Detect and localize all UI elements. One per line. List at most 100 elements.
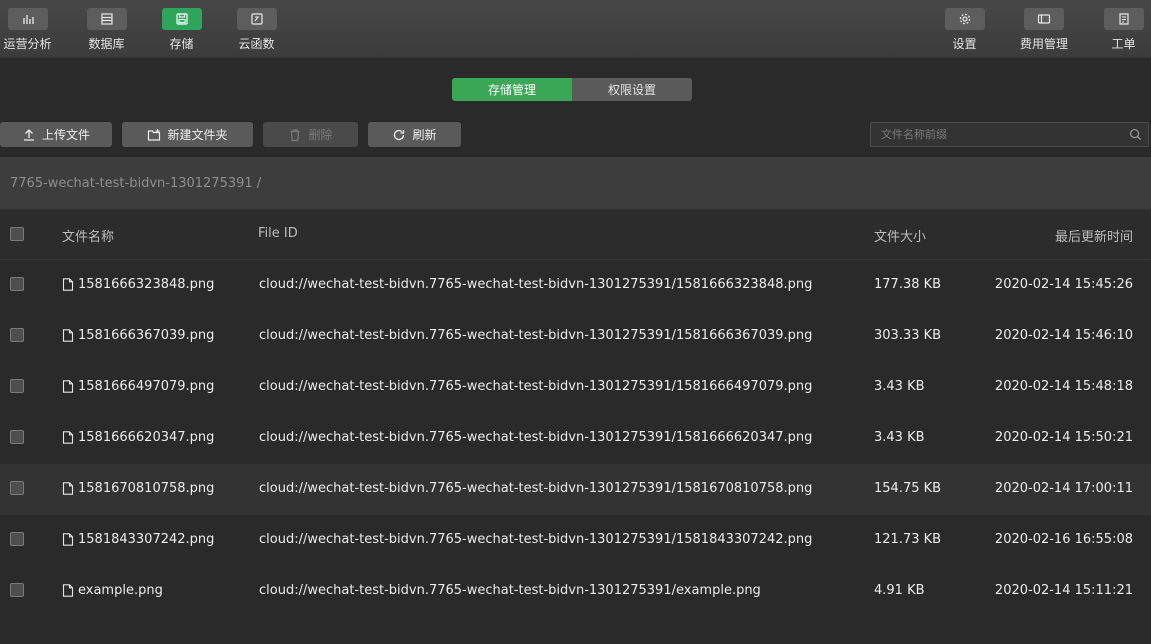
nav-item-label: 云函数 — [238, 37, 275, 51]
table-row[interactable]: 1581843307242.png cloud://wechat-test-bi… — [0, 515, 1151, 566]
file-icon — [62, 329, 74, 342]
file-id-cell: cloud://wechat-test-bidvn.7765-wechat-te… — [259, 430, 813, 445]
table-row[interactable]: 1581670810758.png cloud://wechat-test-bi… — [0, 464, 1151, 515]
file-id-cell: cloud://wechat-test-bidvn.7765-wechat-te… — [259, 277, 813, 292]
cloud-function-icon — [236, 8, 277, 30]
file-icon — [62, 482, 74, 495]
file-name[interactable]: 1581843307242.png — [78, 532, 214, 547]
upload-icon — [23, 128, 34, 141]
column-header-size[interactable]: 文件大小 — [874, 226, 926, 245]
file-name-cell: 1581666497079.png — [62, 379, 214, 394]
nav-item-label: 工单 — [1111, 37, 1136, 51]
updated-time-cell: 2020-02-14 17:00:11 — [994, 481, 1133, 496]
file-size-cell: 4.91 KB — [874, 583, 925, 598]
column-header-updated[interactable]: 最后更新时间 — [1055, 226, 1133, 245]
search-icon[interactable] — [1129, 128, 1142, 141]
file-id-cell: cloud://wechat-test-bidvn.7765-wechat-te… — [259, 583, 761, 598]
refresh-label: 刷新 — [412, 128, 437, 142]
file-name-cell: 1581666620347.png — [62, 430, 214, 445]
new-folder-label: 新建文件夹 — [167, 128, 228, 142]
file-size-cell: 177.38 KB — [874, 277, 942, 292]
table-header: 文件名称 File ID 文件大小 最后更新时间 — [0, 209, 1151, 260]
file-icon — [62, 584, 74, 597]
trash-icon — [290, 128, 300, 141]
updated-time-cell: 2020-02-14 15:46:10 — [994, 328, 1133, 343]
nav-item-label: 存储 — [169, 37, 194, 51]
row-checkbox[interactable] — [10, 583, 24, 597]
file-name[interactable]: 1581666620347.png — [78, 430, 214, 445]
billing-icon — [1024, 8, 1064, 30]
file-name-cell: 1581666367039.png — [62, 328, 214, 343]
file-name[interactable]: example.png — [78, 583, 163, 598]
row-checkbox[interactable] — [10, 430, 24, 444]
top-nav-bar: 运营分析 数据库 存储 云函数 设置 费用管理 工单 — [0, 0, 1151, 58]
file-size-cell: 3.43 KB — [874, 430, 925, 445]
ticket-icon — [1103, 8, 1144, 30]
breadcrumb: 7765-wechat-test-bidvn-1301275391 / — [0, 157, 1151, 209]
table-row[interactable]: 1581666367039.png cloud://wechat-test-bi… — [0, 311, 1151, 362]
updated-time-cell: 2020-02-16 16:55:08 — [994, 532, 1133, 547]
file-id-cell: cloud://wechat-test-bidvn.7765-wechat-te… — [259, 379, 813, 394]
file-name-cell: 1581670810758.png — [62, 481, 214, 496]
nav-item-label: 数据库 — [88, 37, 125, 51]
table-row[interactable]: 1581666323848.png cloud://wechat-test-bi… — [0, 260, 1151, 311]
updated-time-cell: 2020-02-14 15:11:21 — [994, 583, 1133, 598]
file-name-cell: 1581843307242.png — [62, 532, 214, 547]
breadcrumb-path[interactable]: 7765-wechat-test-bidvn-1301275391 / — [10, 176, 261, 191]
updated-time-cell: 2020-02-14 15:45:26 — [994, 277, 1133, 292]
table-row[interactable]: example.png cloud://wechat-test-bidvn.77… — [0, 566, 1151, 617]
nav-item-storage[interactable]: 存储 — [154, 0, 209, 58]
file-name[interactable]: 1581666367039.png — [78, 328, 214, 343]
file-size-cell: 303.33 KB — [874, 328, 942, 343]
file-size-cell: 121.73 KB — [874, 532, 942, 547]
file-icon — [62, 278, 74, 291]
nav-item-billing[interactable]: 费用管理 — [1014, 0, 1074, 58]
file-icon — [62, 380, 74, 393]
tab-storage-management[interactable]: 存储管理 — [452, 78, 572, 101]
nav-item-settings[interactable]: 设置 — [937, 0, 992, 58]
file-icon — [62, 533, 74, 546]
column-header-name[interactable]: 文件名称 — [62, 226, 114, 245]
new-folder-button[interactable]: 新建文件夹 — [122, 122, 253, 147]
file-name[interactable]: 1581670810758.png — [78, 481, 214, 496]
updated-time-cell: 2020-02-14 15:50:21 — [994, 430, 1133, 445]
file-name-cell: 1581666323848.png — [62, 277, 214, 292]
file-name[interactable]: 1581666497079.png — [78, 379, 214, 394]
nav-item-label: 设置 — [952, 37, 977, 51]
refresh-button[interactable]: 刷新 — [368, 122, 461, 147]
file-name-cell: example.png — [62, 583, 163, 598]
tab-permission-settings[interactable]: 权限设置 — [572, 78, 692, 101]
storage-tabs: 存储管理 权限设置 — [452, 78, 692, 101]
folder-add-icon — [148, 128, 161, 141]
row-checkbox[interactable] — [10, 379, 24, 393]
file-name[interactable]: 1581666323848.png — [78, 277, 214, 292]
search-input[interactable] — [871, 123, 1121, 146]
nav-item-label: 费用管理 — [1019, 37, 1068, 51]
table-row[interactable]: 1581666497079.png cloud://wechat-test-bi… — [0, 362, 1151, 413]
file-id-cell: cloud://wechat-test-bidvn.7765-wechat-te… — [259, 481, 813, 496]
nav-item-analytics[interactable]: 运营分析 — [0, 0, 55, 58]
file-id-cell: cloud://wechat-test-bidvn.7765-wechat-te… — [259, 532, 813, 547]
row-checkbox[interactable] — [10, 481, 24, 495]
table-row[interactable]: 1581666620347.png cloud://wechat-test-bi… — [0, 413, 1151, 464]
delete-button[interactable]: 删除 — [263, 122, 358, 147]
select-all-checkbox[interactable] — [10, 227, 24, 241]
nav-item-database[interactable]: 数据库 — [79, 0, 134, 58]
upload-file-label: 上传文件 — [41, 128, 90, 142]
column-header-file-id[interactable]: File ID — [258, 226, 298, 241]
row-checkbox[interactable] — [10, 277, 24, 291]
bar-chart-icon — [7, 8, 48, 30]
nav-item-ticket[interactable]: 工单 — [1096, 0, 1151, 58]
upload-file-button[interactable]: 上传文件 — [0, 122, 112, 147]
delete-label: 删除 — [308, 128, 333, 142]
nav-item-label: 运营分析 — [3, 37, 52, 51]
database-icon — [86, 8, 127, 30]
nav-item-cloud-function[interactable]: 云函数 — [229, 0, 284, 58]
row-checkbox[interactable] — [10, 328, 24, 342]
refresh-icon — [394, 129, 405, 140]
row-checkbox[interactable] — [10, 532, 24, 546]
file-icon — [62, 431, 74, 444]
storage-icon — [161, 8, 202, 30]
updated-time-cell: 2020-02-14 15:48:18 — [994, 379, 1133, 394]
file-id-cell: cloud://wechat-test-bidvn.7765-wechat-te… — [259, 328, 813, 343]
